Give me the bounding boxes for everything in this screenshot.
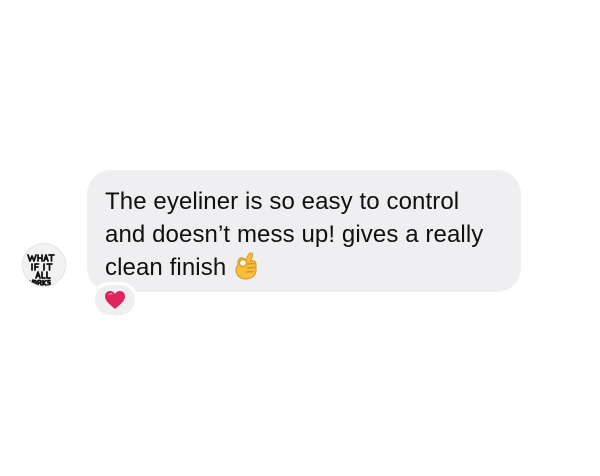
received-message-row: The eyeliner is so easy to control and d… — [0, 0, 600, 476]
ok-hand-icon — [232, 251, 259, 280]
red-heart-icon — [105, 291, 125, 309]
avatar-logo-icon — [23, 244, 65, 286]
message-text: The eyeliner is so easy to control and d… — [105, 188, 484, 281]
heart-reaction[interactable] — [92, 282, 138, 318]
message-bubble[interactable]: The eyeliner is so easy to control and d… — [87, 170, 521, 292]
sender-avatar[interactable] — [22, 243, 66, 287]
message-thread: The eyeliner is so easy to control and d… — [0, 0, 600, 476]
